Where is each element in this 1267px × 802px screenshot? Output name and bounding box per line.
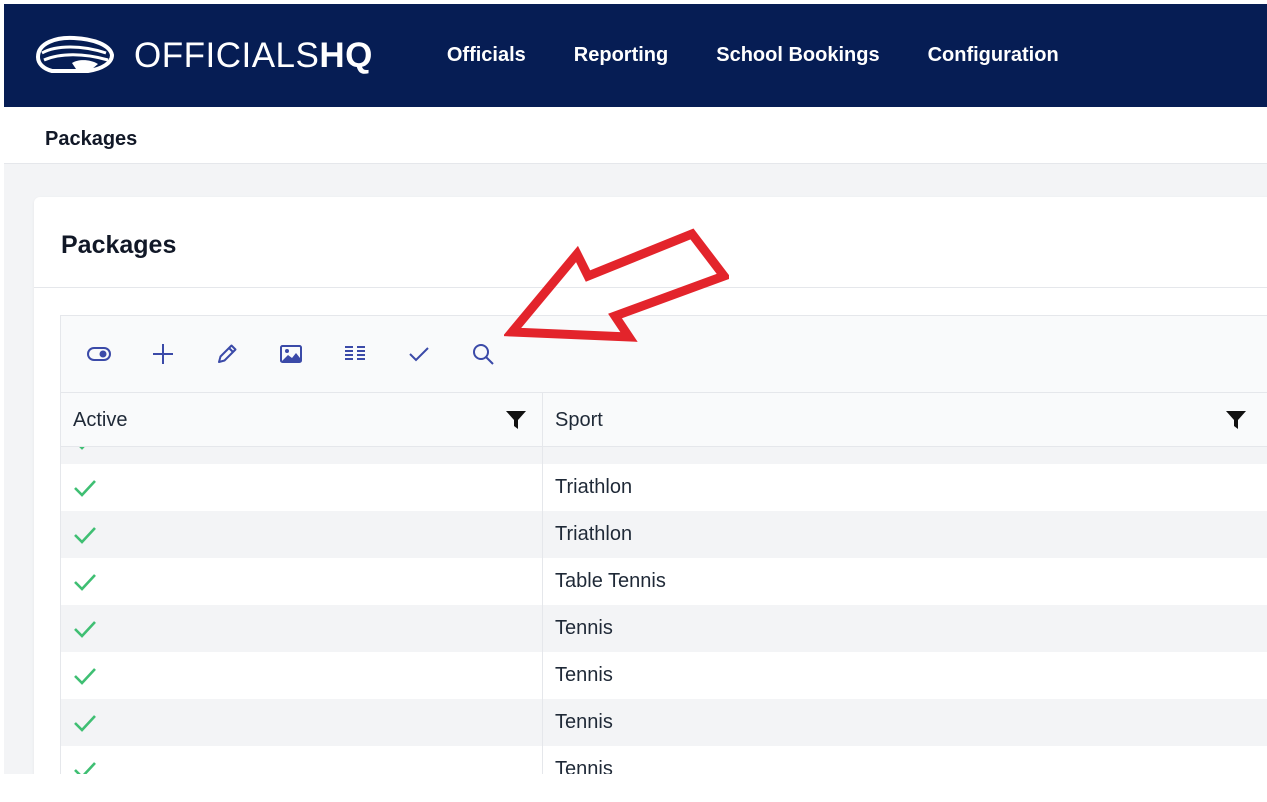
table-row[interactable]: Tennis bbox=[61, 605, 1267, 652]
cell-sport: Tennis bbox=[555, 664, 613, 686]
grid-header: Active Sport bbox=[61, 393, 1267, 447]
grid-toolbar bbox=[60, 315, 1267, 392]
page-header: Packages bbox=[4, 107, 1267, 164]
table-row[interactable]: Table Tennis bbox=[61, 558, 1267, 605]
cell-sport: Tennis bbox=[555, 711, 613, 733]
cell-active bbox=[61, 558, 543, 605]
grid-rows: Triathlon Triathlon Triathlon bbox=[61, 417, 1267, 774]
filter-icon[interactable] bbox=[1225, 409, 1247, 431]
edit-button[interactable] bbox=[214, 341, 240, 367]
nav-configuration[interactable]: Configuration bbox=[928, 44, 1059, 67]
image-icon bbox=[280, 345, 302, 363]
image-button[interactable] bbox=[278, 341, 304, 367]
approve-button[interactable] bbox=[406, 341, 432, 367]
cell-sport: Triathlon bbox=[555, 476, 633, 498]
card-title: Packages bbox=[61, 231, 177, 259]
check-icon bbox=[74, 574, 96, 591]
table-row[interactable]: Tennis bbox=[61, 746, 1267, 774]
toggle-active-button[interactable] bbox=[86, 341, 112, 367]
check-icon bbox=[74, 621, 96, 638]
helmet-logo-icon bbox=[35, 35, 115, 73]
search-icon bbox=[473, 344, 494, 365]
check-icon bbox=[74, 762, 96, 774]
table-row[interactable]: Tennis bbox=[61, 652, 1267, 699]
column-label-active: Active bbox=[73, 408, 128, 431]
table-row[interactable]: Triathlon bbox=[61, 511, 1267, 558]
table-row[interactable]: Triathlon bbox=[61, 464, 1267, 511]
cell-sport: Table Tennis bbox=[555, 570, 666, 592]
column-header-active[interactable]: Active bbox=[61, 393, 543, 447]
cell-sport: Triathlon bbox=[555, 523, 633, 545]
check-icon bbox=[74, 527, 96, 544]
nav-links: Officials Reporting School Bookings Conf… bbox=[447, 44, 1107, 67]
cell-active bbox=[61, 652, 543, 699]
cell-active bbox=[61, 605, 543, 652]
nav-reporting[interactable]: Reporting bbox=[574, 44, 668, 67]
plus-icon bbox=[153, 344, 173, 364]
brand-name: OFFICIALSHQ bbox=[134, 38, 373, 73]
cell-active bbox=[61, 511, 543, 558]
page-title: Packages bbox=[45, 128, 138, 150]
search-button[interactable] bbox=[470, 341, 496, 367]
nav-school-bookings[interactable]: School Bookings bbox=[716, 44, 879, 67]
check-icon bbox=[74, 715, 96, 732]
column-label-sport: Sport bbox=[555, 408, 603, 431]
card-divider bbox=[34, 287, 1267, 288]
packages-grid: Active Sport Triathlon Triathlon Table T… bbox=[60, 392, 1267, 774]
app-frame: OFFICIALSHQ Officials Reporting School B… bbox=[4, 4, 1267, 774]
pencil-icon bbox=[218, 344, 237, 363]
columns-button[interactable] bbox=[342, 341, 368, 367]
table-row[interactable]: Tennis bbox=[61, 699, 1267, 746]
nav-officials[interactable]: Officials bbox=[447, 44, 526, 67]
check-icon bbox=[409, 347, 429, 362]
filter-icon[interactable] bbox=[505, 409, 527, 431]
toggle-icon bbox=[87, 347, 111, 361]
packages-card: Packages Active Sport Triathlon Triathlo… bbox=[34, 197, 1267, 774]
list-columns-icon bbox=[345, 346, 365, 360]
brand-name-bold: HQ bbox=[319, 36, 373, 75]
cell-active bbox=[61, 699, 543, 746]
cell-active bbox=[61, 464, 543, 511]
check-icon bbox=[74, 480, 96, 497]
add-button[interactable] bbox=[150, 341, 176, 367]
cell-sport: Tennis bbox=[555, 758, 613, 774]
brand-name-light: OFFICIALS bbox=[134, 36, 320, 75]
column-header-sport[interactable]: Sport bbox=[543, 393, 1267, 447]
top-navigation: OFFICIALSHQ Officials Reporting School B… bbox=[4, 4, 1267, 107]
brand[interactable]: OFFICIALSHQ bbox=[32, 33, 373, 79]
cell-active bbox=[61, 746, 543, 774]
check-icon bbox=[74, 668, 96, 685]
cell-sport: Tennis bbox=[555, 617, 613, 639]
